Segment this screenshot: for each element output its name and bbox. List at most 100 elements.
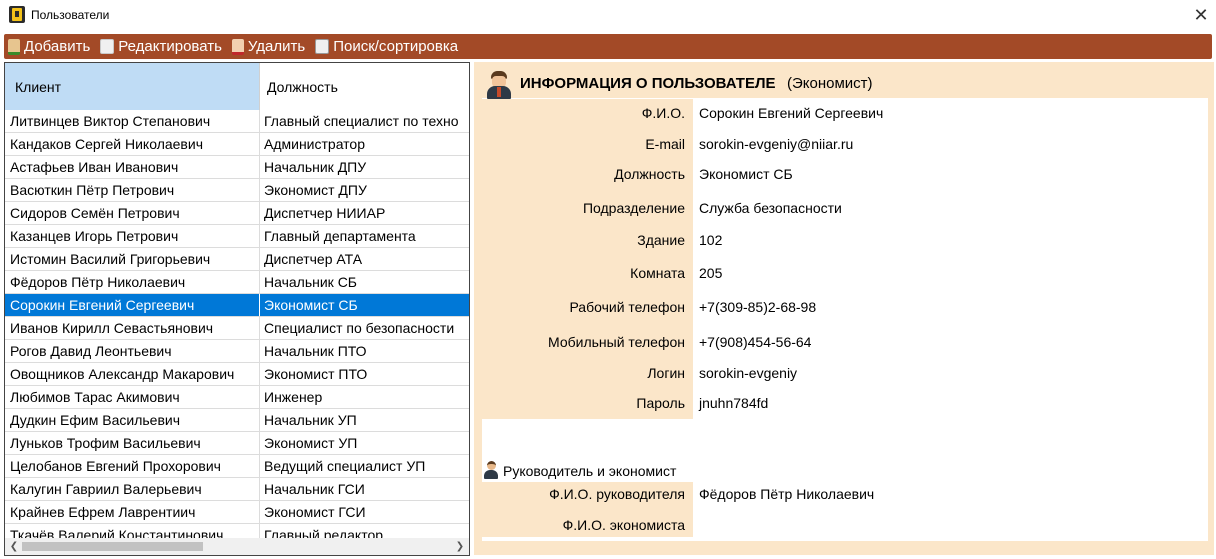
column-header-client[interactable]: Клиент bbox=[5, 63, 260, 110]
add-button[interactable]: Добавить bbox=[8, 38, 90, 55]
field-value-email: sorokin-evgeniy@niiar.ru bbox=[699, 136, 854, 152]
cell-position: Диспетчер АТА bbox=[264, 251, 363, 267]
grid-header: Клиент Должность bbox=[5, 63, 469, 110]
cell-position: Главный департамента bbox=[264, 228, 416, 244]
cell-position: Экономист ГСИ bbox=[264, 504, 366, 520]
search-icon bbox=[315, 39, 330, 54]
info-role: (Экономист) bbox=[787, 75, 873, 92]
column-header-position[interactable]: Должность bbox=[260, 63, 469, 110]
cell-position: Экономист УП bbox=[264, 435, 358, 451]
field-label-building: Здание bbox=[637, 232, 685, 248]
cell-position: Начальник ПТО bbox=[264, 343, 367, 359]
table-row[interactable]: Фёдоров Пётр Николаевич Начальник СБ bbox=[5, 271, 469, 294]
cell-client: Сорокин Евгений Сергеевич bbox=[5, 294, 260, 316]
field-label-department: Подразделение bbox=[582, 200, 685, 216]
cell-client: Казанцев Игорь Петрович bbox=[5, 225, 260, 247]
cell-position: Начальник ДПУ bbox=[264, 159, 367, 175]
field-value-work-phone: +7(309-85)2-68-98 bbox=[699, 299, 817, 315]
cell-client: Луньков Трофим Васильевич bbox=[5, 432, 260, 454]
cell-client: Дудкин Ефим Васильевич bbox=[5, 409, 260, 431]
toolbar: Добавить Редактировать Удалить Поиск/сор… bbox=[4, 34, 1212, 59]
manager-icon bbox=[484, 461, 498, 479]
cell-client: Любимов Тарас Акимович bbox=[5, 386, 260, 408]
window-title: Пользователи bbox=[31, 8, 110, 22]
table-row[interactable]: Казанцев Игорь Петрович Главный департаме… bbox=[5, 225, 469, 248]
edit-button[interactable]: Редактировать bbox=[100, 38, 222, 55]
add-icon bbox=[8, 38, 20, 55]
table-row[interactable]: Крайнев Ефрем Лаврентиич Экономист ГСИ bbox=[5, 501, 469, 524]
delete-button[interactable]: Удалить bbox=[231, 38, 306, 55]
search-sort-button[interactable]: Поиск/сортировка bbox=[315, 38, 458, 55]
cell-position: Инженер bbox=[264, 389, 323, 405]
cell-position: Начальник СБ bbox=[264, 274, 357, 290]
cell-client: Васюткин Пётр Петрович bbox=[5, 179, 260, 201]
table-row[interactable]: Кандаков Сергей Николаевич Администратор bbox=[5, 133, 469, 156]
cell-client: Истомин Василий Григорьевич bbox=[5, 248, 260, 270]
cell-position: Начальник ГСИ bbox=[264, 481, 365, 497]
delete-label: Удалить bbox=[247, 38, 306, 55]
grid-body: Литвинцев Виктор Степанович Главный специ… bbox=[5, 110, 469, 547]
users-grid: Клиент Должность Литвинцев Виктор Степан… bbox=[4, 62, 470, 556]
column-header-position-label: Должность bbox=[267, 79, 338, 95]
field-label-work-phone: Рабочий телефон bbox=[569, 299, 685, 315]
table-row[interactable]: Иванов Кирилл Севастьянович Специалист по… bbox=[5, 317, 469, 340]
table-row[interactable]: Васюткин Пётр Петрович Экономист ДПУ bbox=[5, 179, 469, 202]
delete-icon bbox=[231, 38, 244, 55]
close-icon[interactable]: ✕ bbox=[1186, 0, 1216, 31]
cell-position: Администратор bbox=[264, 136, 366, 152]
cell-client: Рогов Давид Леонтьевич bbox=[5, 340, 260, 362]
table-row[interactable]: Любимов Тарас Акимович Инженер bbox=[5, 386, 469, 409]
edit-label: Редактировать bbox=[118, 38, 222, 55]
cell-position: Диспетчер НИИАР bbox=[264, 205, 386, 221]
scroll-thumb[interactable] bbox=[22, 542, 203, 551]
cell-client: Кандаков Сергей Николаевич bbox=[5, 133, 260, 155]
field-label-room: Комната bbox=[630, 265, 685, 281]
cell-client: Калугин Гавриил Валерьевич bbox=[5, 478, 260, 500]
app-icon bbox=[9, 6, 25, 23]
cell-client: Литвинцев Виктор Степанович bbox=[5, 110, 260, 132]
cell-client: Сидоров Семён Петрович bbox=[5, 202, 260, 224]
cell-position: Начальник УП bbox=[264, 412, 357, 428]
table-row[interactable]: Луньков Трофим Васильевич Экономист УП bbox=[5, 432, 469, 455]
cell-position: Экономист ДПУ bbox=[264, 182, 367, 198]
field-value-department: Служба безопасности bbox=[699, 200, 842, 216]
manager-section-title: Руководитель и экономист bbox=[503, 463, 677, 479]
field-label-economist: Ф.И.О. экономиста bbox=[562, 517, 685, 533]
table-row[interactable]: Рогов Давид Леонтьевич Начальник ПТО bbox=[5, 340, 469, 363]
field-label-position: Должность bbox=[614, 166, 685, 182]
field-value-manager: Фёдоров Пётр Николаевич bbox=[699, 486, 875, 502]
field-value-building: 102 bbox=[699, 232, 723, 248]
scroll-left-icon[interactable]: ❮ bbox=[7, 538, 21, 555]
cell-client: Целобанов Евгений Прохорович bbox=[5, 455, 260, 477]
cell-client: Иванов Кирилл Севастьянович bbox=[5, 317, 260, 339]
scroll-right-icon[interactable]: ❯ bbox=[453, 538, 467, 555]
title-bar: Пользователи ✕ bbox=[0, 0, 1216, 31]
table-row[interactable]: Сидоров Семён Петрович Диспетчер НИИАР bbox=[5, 202, 469, 225]
field-label-password: Пароль bbox=[636, 395, 685, 411]
field-value-mobile-phone: +7(908)454-56-64 bbox=[699, 334, 812, 350]
add-label: Добавить bbox=[24, 38, 91, 55]
table-row[interactable]: Литвинцев Виктор Степанович Главный специ… bbox=[5, 110, 469, 133]
cell-position: Экономист СБ bbox=[264, 297, 358, 313]
field-value-room: 205 bbox=[699, 265, 723, 281]
table-row[interactable]: Калугин Гавриил Валерьевич Начальник ГСИ bbox=[5, 478, 469, 501]
user-icon bbox=[486, 71, 512, 99]
table-row[interactable]: Астафьев Иван Иванович Начальник ДПУ bbox=[5, 156, 469, 179]
table-row[interactable]: Дудкин Ефим Васильевич Начальник УП bbox=[5, 409, 469, 432]
table-row[interactable]: Истомин Василий Григорьевич Диспетчер АТА bbox=[5, 248, 469, 271]
cell-position: Специалист по безопасности bbox=[264, 320, 455, 336]
horizontal-scrollbar[interactable]: ❮ ❯ bbox=[5, 538, 469, 555]
cell-client: Овощников Александр Макарович bbox=[5, 363, 260, 385]
table-row[interactable]: Овощников Александр Макарович Экономист П… bbox=[5, 363, 469, 386]
field-label-email: E-mail bbox=[645, 136, 685, 152]
cell-client: Фёдоров Пётр Николаевич bbox=[5, 271, 260, 293]
table-row[interactable]: Сорокин Евгений Сергеевич Экономист СБ bbox=[5, 294, 469, 317]
info-title: ИНФОРМАЦИЯ О ПОЛЬЗОВАТЕЛЕ bbox=[520, 75, 776, 92]
search-label: Поиск/сортировка bbox=[333, 38, 459, 55]
field-value-position: Экономист СБ bbox=[699, 166, 793, 182]
table-row[interactable]: Целобанов Евгений Прохорович Ведущий спец… bbox=[5, 455, 469, 478]
field-value-login: sorokin-evgeniy bbox=[699, 365, 798, 381]
cell-client: Астафьев Иван Иванович bbox=[5, 156, 260, 178]
cell-position: Ведущий специалист УП bbox=[264, 458, 426, 474]
field-label-manager: Ф.И.О. руководителя bbox=[549, 486, 685, 502]
